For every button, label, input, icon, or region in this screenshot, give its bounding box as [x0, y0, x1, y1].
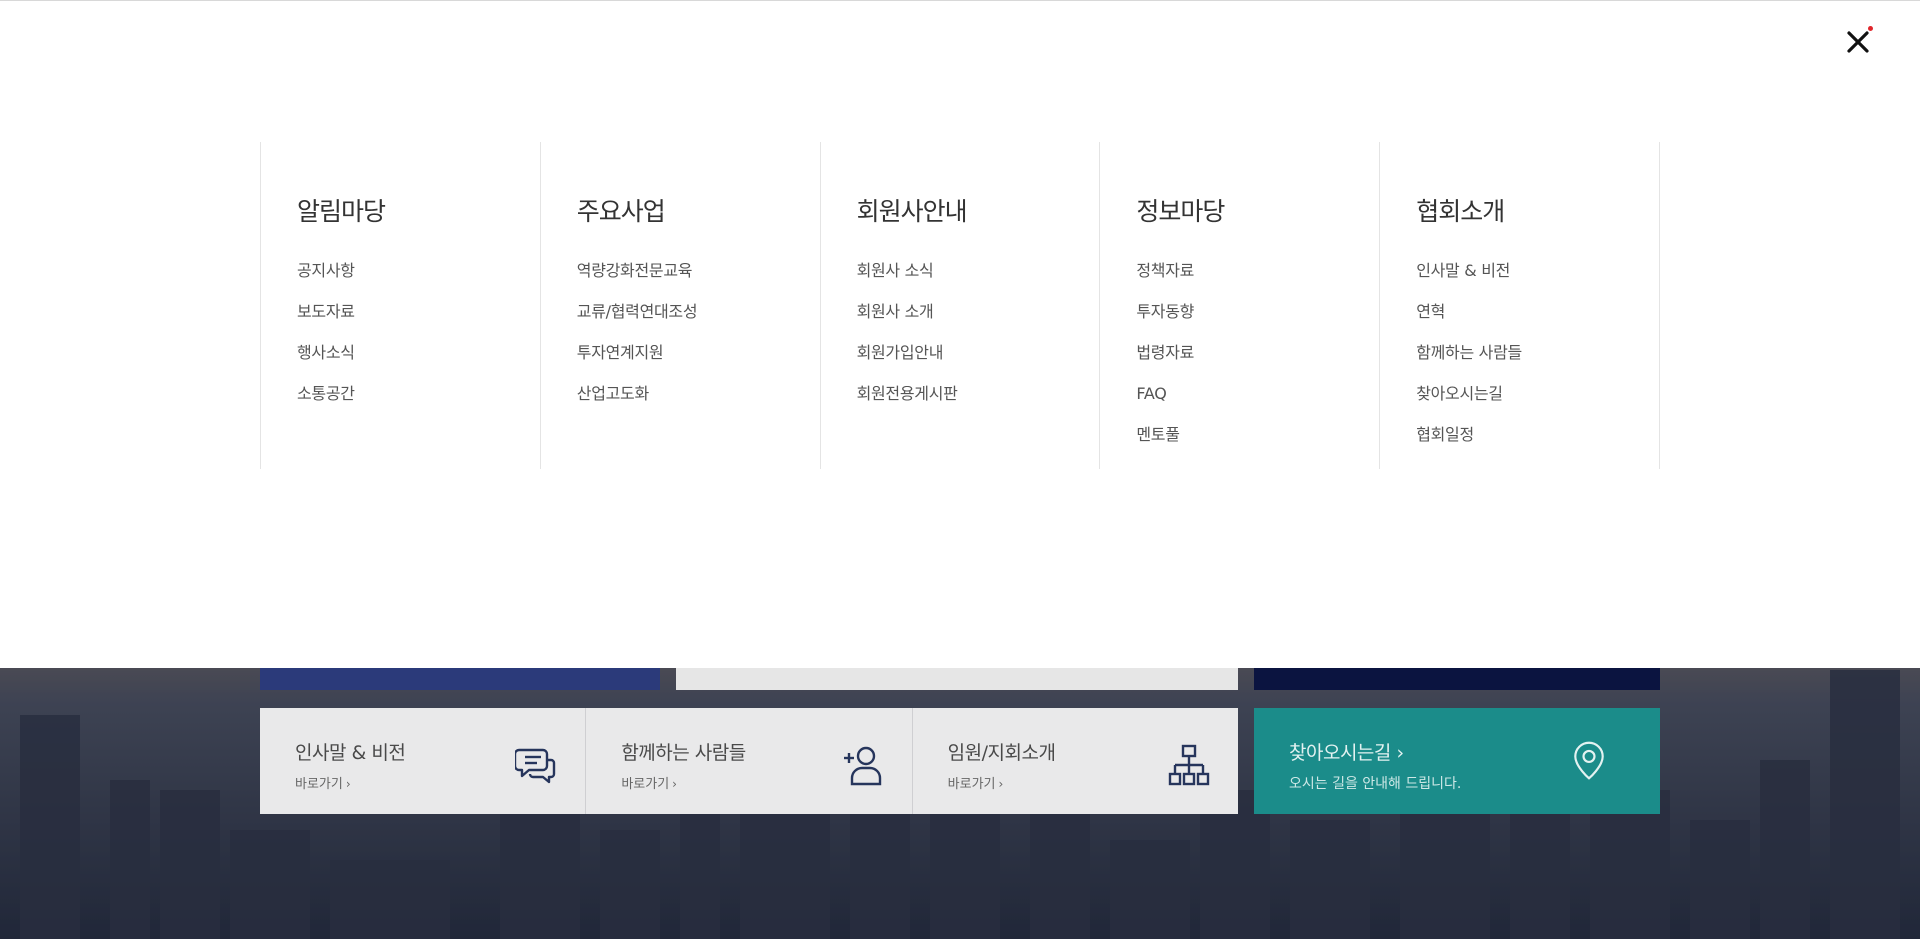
sitemap-overlay: 알림마당 공지사항 보도자료 행사소식 소통공간 주요사업 역량강화전문교육 교… [0, 0, 1920, 668]
menu-item[interactable]: 소통공간 [297, 386, 540, 427]
menu-heading[interactable]: 회원사안내 [857, 199, 1100, 227]
quick-link-executives[interactable]: 임원/지회소개 바로가기 › [913, 708, 1238, 814]
menu-item[interactable]: 행사소식 [297, 345, 540, 386]
menu-item[interactable]: 협회일정 [1416, 427, 1659, 468]
find-us-card[interactable]: 찾아오시는길 › 오시는 길을 안내해 드립니다. [1254, 708, 1660, 814]
menu-item[interactable]: 함께하는 사람들 [1416, 345, 1659, 386]
menu-item[interactable]: 투자연계지원 [577, 345, 820, 386]
org-chart-icon [1168, 744, 1210, 786]
menu-item[interactable]: FAQ [1136, 386, 1379, 427]
menu-item[interactable]: 인사말 & 비전 [1416, 263, 1659, 304]
quick-link-greeting[interactable]: 인사말 & 비전 바로가기 › [260, 708, 587, 814]
add-person-icon [843, 746, 881, 786]
menu-column-about: 협회소개 인사말 & 비전 연혁 함께하는 사람들 찾아오시는길 협회일정 [1380, 142, 1660, 469]
menu-item[interactable]: 교류/협력연대조성 [577, 304, 820, 345]
chat-bubbles-icon [515, 748, 556, 784]
menu-item[interactable]: 정책자료 [1136, 263, 1379, 304]
menu-item[interactable]: 회원사 소식 [857, 263, 1100, 304]
menu-item[interactable]: 찾아오시는길 [1416, 386, 1659, 427]
menu-item[interactable]: 보도자료 [297, 304, 540, 345]
sitemap-menu: 알림마당 공지사항 보도자료 행사소식 소통공간 주요사업 역량강화전문교육 교… [260, 142, 1660, 469]
menu-item[interactable]: 회원사 소개 [857, 304, 1100, 345]
menu-heading[interactable]: 주요사업 [577, 199, 820, 227]
menu-item[interactable]: 투자동향 [1136, 304, 1379, 345]
menu-column-notice: 알림마당 공지사항 보도자료 행사소식 소통공간 [261, 142, 541, 469]
menu-column-business: 주요사업 역량강화전문교육 교류/협력연대조성 투자연계지원 산업고도화 [541, 142, 821, 469]
menu-column-members: 회원사안내 회원사 소식 회원사 소개 회원가입안내 회원전용게시판 [821, 142, 1101, 469]
menu-item[interactable]: 연혁 [1416, 304, 1659, 345]
menu-item[interactable]: 산업고도화 [577, 386, 820, 427]
menu-item[interactable]: 회원가입안내 [857, 345, 1100, 386]
menu-item[interactable]: 법령자료 [1136, 345, 1379, 386]
menu-item[interactable]: 역량강화전문교육 [577, 263, 820, 304]
menu-heading[interactable]: 알림마당 [297, 199, 540, 227]
menu-heading[interactable]: 정보마당 [1136, 199, 1379, 227]
menu-item[interactable]: 멘토풀 [1136, 427, 1379, 468]
location-pin-icon [1574, 741, 1604, 780]
menu-column-info: 정보마당 정책자료 투자동향 법령자료 FAQ 멘토풀 [1100, 142, 1381, 469]
menu-item[interactable]: 회원전용게시판 [857, 386, 1100, 427]
close-icon[interactable] [1843, 27, 1873, 57]
notification-dot [1868, 26, 1873, 31]
menu-item[interactable]: 공지사항 [297, 263, 540, 304]
quick-link-people[interactable]: 함께하는 사람들 바로가기 › [586, 708, 913, 814]
menu-heading[interactable]: 협회소개 [1416, 199, 1659, 227]
quick-links: 인사말 & 비전 바로가기 › 함께하는 사람들 바로가기 › 임원/지회소개 바로… [260, 708, 1238, 814]
